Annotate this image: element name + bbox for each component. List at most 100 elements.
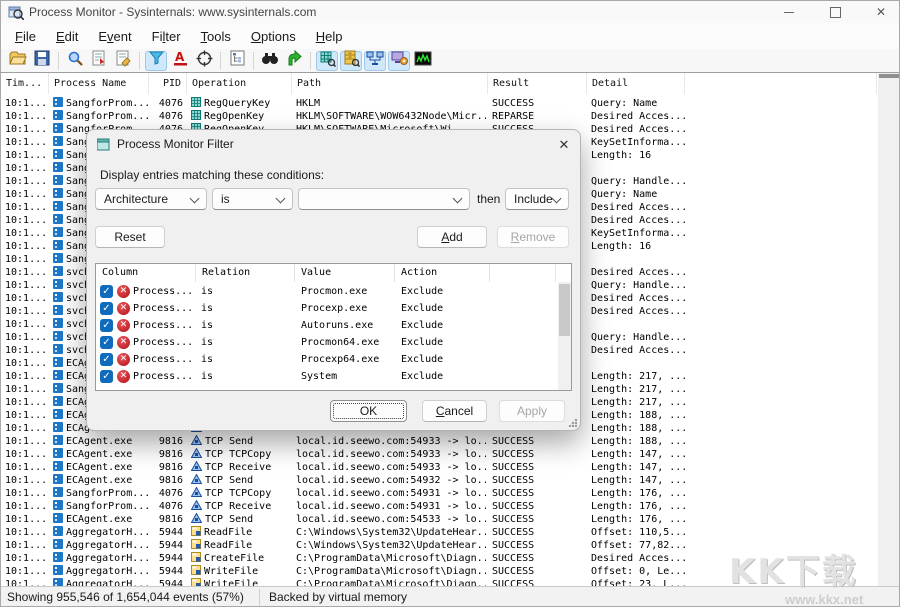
show-network-activity-button[interactable] (364, 51, 386, 71)
event-detail: Desired Acces... (591, 305, 875, 318)
rule-checkbox[interactable]: ✓ (100, 302, 113, 315)
add-button[interactable]: Add (417, 226, 487, 248)
event-detail: Query: Handle... (591, 331, 875, 344)
menu-filter[interactable]: Filter (142, 26, 191, 47)
filter-rule-row[interactable]: ✓✕Process...isProcmon.exeExclude (96, 283, 556, 300)
app-icon (53, 253, 63, 266)
filter-rule-row[interactable]: ✓✕Process...isProcexp64.exeExclude (96, 351, 556, 368)
column-header-pid[interactable]: PID (149, 73, 187, 94)
app-icon (53, 149, 63, 162)
filter-rules-list[interactable]: ColumnRelationValueAction✓✕Process...isP… (95, 263, 572, 391)
autoscroll-button[interactable] (88, 51, 110, 71)
filter-rule-row[interactable]: ✓✕Process...isProcexp.exeExclude (96, 300, 556, 317)
find-button[interactable] (259, 51, 281, 71)
event-time: 10:1... (5, 123, 49, 136)
save-button[interactable] (31, 51, 53, 71)
vertical-scrollbar[interactable] (878, 73, 900, 586)
column-header-tim[interactable]: Tim... (1, 73, 49, 94)
capture-button[interactable] (64, 51, 86, 71)
exclude-red-x-icon: ✕ (117, 336, 130, 349)
rule-action: Exclude (401, 351, 486, 368)
minimize-button[interactable] (766, 1, 812, 23)
filter-rule-row[interactable]: ✓✕Process...isProcmon64.exeExclude (96, 334, 556, 351)
event-detail: Desired Acces... (591, 110, 875, 123)
highlight-button[interactable]: A (169, 51, 191, 71)
column-header-result[interactable]: Result (488, 73, 587, 94)
process-tree-button[interactable] (226, 51, 248, 71)
filter-column-header-relation[interactable]: Relation (196, 264, 295, 282)
column-header-path[interactable]: Path (292, 73, 488, 94)
menu-event[interactable]: Event (88, 26, 141, 47)
menu-options[interactable]: Options (241, 26, 306, 47)
event-time: 10:1... (5, 175, 49, 188)
menu-file[interactable]: File (5, 26, 46, 47)
cancel-button[interactable]: Cancel (422, 400, 487, 422)
column-header-blank[interactable] (685, 73, 877, 94)
menu-tools[interactable]: Tools (191, 26, 241, 47)
action-dropdown[interactable]: Include (505, 188, 569, 210)
show-filesystem-activity-button[interactable] (340, 51, 362, 71)
filter-rule-row[interactable]: ✓✕Process...isAutoruns.exeExclude (96, 317, 556, 334)
menu-edit[interactable]: Edit (46, 26, 88, 47)
filter-rule-row[interactable]: ✓✕Process...isSystemExclude (96, 368, 556, 385)
event-path: HKLM\SOFTWARE\WOW6432Node\Micr... (296, 110, 486, 123)
rule-checkbox[interactable]: ✓ (100, 319, 113, 332)
open-button[interactable] (7, 51, 29, 71)
registry-icon (319, 50, 336, 72)
filter-button[interactable] (145, 51, 167, 71)
capture-magnifier-icon (67, 50, 84, 72)
apply-button[interactable]: Apply (499, 400, 565, 422)
filter-column-header-value[interactable]: Value (295, 264, 395, 282)
rule-checkbox[interactable]: ✓ (100, 285, 113, 298)
clear-button[interactable] (112, 51, 134, 71)
event-row[interactable]: 10:1...ECAgent.exe9816TCP Sendlocal.id.s… (1, 513, 877, 526)
column-dropdown-value: Architecture (104, 192, 168, 206)
event-result: SUCCESS (492, 578, 585, 586)
column-dropdown[interactable]: Architecture (95, 188, 207, 210)
dialog-close-icon[interactable]: ✕ (555, 136, 573, 154)
filter-column-header-action[interactable]: Action (395, 264, 490, 282)
network-icon (191, 487, 202, 500)
event-row[interactable]: 10:1...SangforProm...4076TCP TCPCopyloca… (1, 487, 877, 500)
show-registry-activity-button[interactable] (316, 51, 338, 71)
reset-button[interactable]: Reset (95, 226, 165, 248)
event-result: SUCCESS (492, 435, 585, 448)
close-button[interactable]: ✕ (858, 1, 900, 23)
include-process-from-window-button[interactable] (193, 51, 215, 71)
filter-list-scrollbar[interactable] (558, 282, 571, 390)
value-dropdown[interactable] (298, 188, 470, 210)
event-row[interactable]: 10:1...AggregatorH...5944ReadFileC:\Wind… (1, 526, 877, 539)
ok-button[interactable]: OK (330, 400, 407, 422)
resize-grip[interactable] (568, 418, 577, 427)
event-process: AggregatorH... (53, 565, 148, 578)
rule-checkbox[interactable]: ✓ (100, 336, 113, 349)
relation-dropdown[interactable]: is (212, 188, 293, 210)
filter-column-header-blank[interactable] (490, 264, 556, 282)
app-icon (53, 357, 63, 370)
menu-help[interactable]: Help (306, 26, 353, 47)
event-result: SUCCESS (492, 474, 585, 487)
event-row[interactable]: 10:1...ECAgent.exe9816TCP Receivelocal.i… (1, 461, 877, 474)
column-header-processname[interactable]: Process Name (49, 73, 149, 94)
event-row[interactable]: 10:1...ECAgent.exe9816TCP TCPCopylocal.i… (1, 448, 877, 461)
maximize-button[interactable] (812, 1, 858, 23)
show-profiling-events-button[interactable] (412, 51, 434, 71)
remove-button[interactable]: Remove (497, 226, 569, 248)
rule-relation: is (201, 368, 291, 385)
event-row[interactable]: 10:1...SangforProm...4076RegOpenKeyHKLM\… (1, 110, 877, 123)
rule-checkbox[interactable]: ✓ (100, 353, 113, 366)
event-path: local.id.seewo.com:54933 -> lo... (296, 461, 486, 474)
event-row[interactable]: 10:1...ECAgent.exe9816TCP Sendlocal.id.s… (1, 474, 877, 487)
rule-checkbox[interactable]: ✓ (100, 370, 113, 383)
filter-column-header-column[interactable]: Column (96, 264, 196, 282)
column-header-operation[interactable]: Operation (187, 73, 292, 94)
event-detail: Length: 147, ... (591, 461, 875, 474)
event-row[interactable]: 10:1...ECAgent.exe9816TCP Sendlocal.id.s… (1, 435, 877, 448)
show-process-thread-activity-button[interactable] (388, 51, 410, 71)
event-row[interactable]: 10:1...SangforProm...4076RegQueryKeyHKLM… (1, 97, 877, 110)
scrollbar-thumb[interactable] (559, 284, 570, 336)
event-row[interactable]: 10:1...SangforProm...4076TCP Receiveloca… (1, 500, 877, 513)
scrollbar-thumb[interactable] (879, 74, 900, 78)
jump-to-button[interactable] (283, 51, 305, 71)
column-header-detail[interactable]: Detail (587, 73, 685, 94)
